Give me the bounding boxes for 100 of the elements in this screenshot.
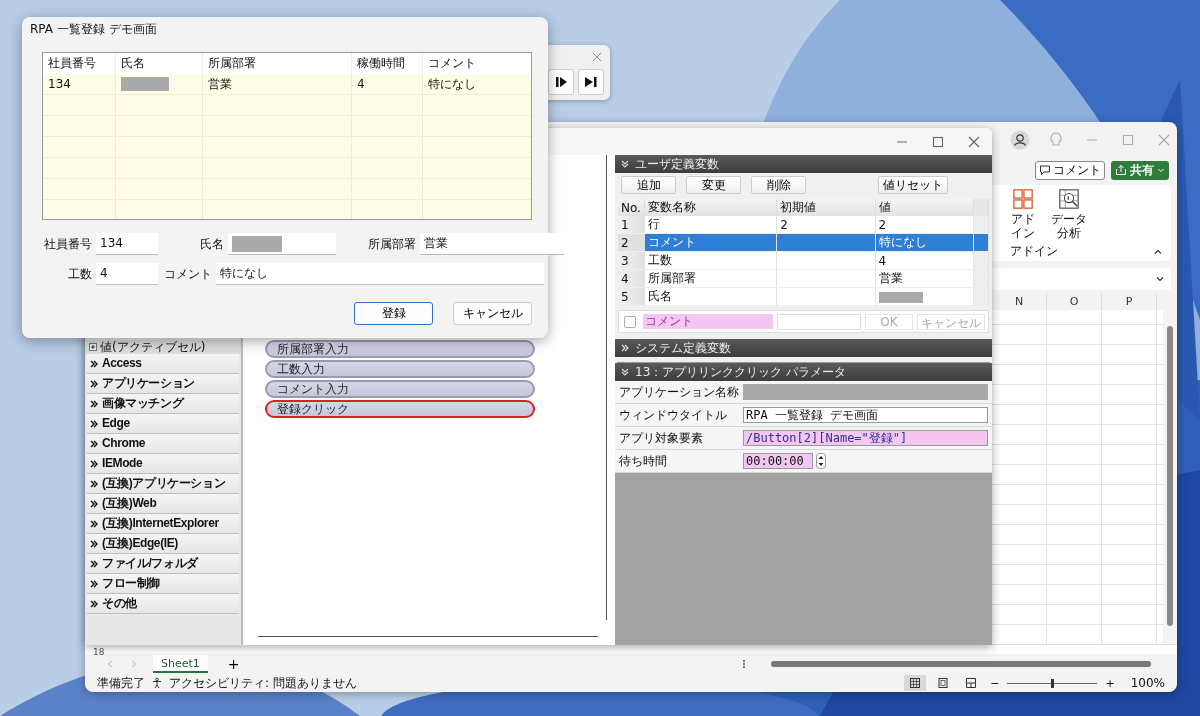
column-header: 変数名称 <box>644 199 777 216</box>
scrollbar[interactable] <box>258 636 598 637</box>
step-icon <box>553 74 569 90</box>
flow-step[interactable]: 登録クリック <box>265 400 535 418</box>
value-field[interactable] <box>777 313 861 330</box>
field-label: 社員番号 <box>43 235 92 253</box>
table-row[interactable]: 5 氏名 <box>618 287 989 306</box>
column-header: 所属部署 <box>202 53 352 74</box>
input-field[interactable]: 4 <box>96 263 158 285</box>
table-cell: 行 <box>644 216 777 234</box>
input-field[interactable]: 営業 <box>420 233 564 255</box>
close-icon[interactable] <box>591 51 603 63</box>
accessibility-icon <box>151 677 163 689</box>
ribbon-button[interactable]: アドイン <box>1010 188 1036 243</box>
field-label: 工数 <box>67 265 92 283</box>
chevron-icon <box>620 367 630 377</box>
double-chevron-icon <box>89 538 99 549</box>
input-field[interactable]: RPA 一覧登録 デモ画面 <box>743 407 988 423</box>
comment-icon <box>1039 164 1051 176</box>
group-label: アドイン <box>1010 243 1058 260</box>
double-chevron-icon <box>89 598 99 609</box>
page-icon <box>937 677 950 689</box>
input-field[interactable]: 134 <box>96 233 158 255</box>
double-chevron-icon <box>89 358 99 369</box>
row-header: 18 <box>92 648 105 658</box>
sheet-tab[interactable]: Sheet1 <box>153 655 208 674</box>
table-row[interactable]: 3 工数 4 <box>618 251 989 270</box>
table-cell: 2 <box>878 217 887 232</box>
toolbar-button[interactable]: 追加 <box>621 176 676 194</box>
slider-thumb[interactable] <box>1050 678 1054 688</box>
field-label: アプリケーション名称 <box>619 383 740 401</box>
section-header[interactable]: ユーザ定義変数 <box>615 155 992 173</box>
toolbar-button[interactable]: 削除 <box>751 176 806 194</box>
table-cell: 営業 <box>878 271 903 285</box>
input-field[interactable]: 00:00:00 <box>743 453 813 469</box>
table-row[interactable]: 4 所属部署 営業 <box>618 269 989 288</box>
chart-magnifier-icon <box>1058 188 1080 210</box>
input-field[interactable]: /Button[2][Name="登録"] <box>743 430 988 446</box>
column-header: 稼働時間 <box>351 53 423 74</box>
dialog-button[interactable]: キャンセル <box>453 302 532 325</box>
table-cell: 特になし <box>878 235 927 249</box>
grid-icon <box>909 677 922 689</box>
dialog-button[interactable]: 登録 <box>354 302 433 325</box>
grid-icon <box>1012 188 1034 210</box>
double-chevron-icon <box>89 478 99 489</box>
category-item[interactable]: その他 <box>102 596 137 611</box>
step-button[interactable] <box>548 69 574 95</box>
share-button[interactable]: 共有 <box>1111 160 1169 180</box>
category-item[interactable]: Edge <box>102 416 130 431</box>
zoom-level[interactable]: 100% <box>1130 676 1165 690</box>
account-icon[interactable] <box>1010 130 1030 150</box>
double-chevron-icon <box>89 418 99 429</box>
add-sheet-button[interactable]: + <box>221 656 246 673</box>
spinner-icon[interactable] <box>816 453 826 469</box>
flow-step[interactable]: 工数入力 <box>265 360 535 378</box>
ribbon-button[interactable]: データ分析 <box>1050 188 1088 243</box>
toolbar-button[interactable]: 変更 <box>686 176 741 194</box>
field-label: ウィンドウタイトル <box>619 406 728 424</box>
status-text: 準備完了 <box>97 674 145 692</box>
table-cell: 2 <box>780 217 788 232</box>
flow-step[interactable]: 所属部署入力 <box>265 340 535 358</box>
zoom-in-button[interactable]: + <box>1103 676 1117 690</box>
column-header: 値 <box>875 199 974 216</box>
skip-end-button[interactable] <box>578 69 604 95</box>
flow-step[interactable]: コメント入力 <box>265 380 535 398</box>
expand-icon[interactable] <box>89 343 97 351</box>
field-label: 氏名 <box>199 235 224 253</box>
normal-view-button[interactable] <box>904 675 927 691</box>
field-label: アプリ対象要素 <box>619 429 704 447</box>
accessibility-status[interactable]: アクセシビリティ: 問題ありません <box>169 674 357 692</box>
table-cell: 所属部署 <box>644 269 777 288</box>
double-chevron-icon <box>89 398 99 409</box>
toolbar-button[interactable]: 値リセット <box>878 176 948 194</box>
chevron-icon <box>620 159 630 169</box>
table-cell: 134 <box>43 74 116 95</box>
table-cell: 工数 <box>644 251 777 270</box>
section-header[interactable]: システム定義変数 <box>615 339 992 357</box>
double-chevron-icon <box>89 578 99 589</box>
column-header: No. <box>618 199 645 216</box>
column-header: コメント <box>422 53 531 74</box>
input-field[interactable] <box>228 233 336 255</box>
share-icon <box>1115 164 1127 176</box>
table-row[interactable]: 2 コメント 特になし <box>618 233 989 252</box>
section-header[interactable]: 13：アプリリンククリック パラメータ <box>615 363 992 381</box>
zoom-out-button[interactable]: − <box>988 676 1002 690</box>
scrollbar[interactable] <box>606 155 607 620</box>
double-chevron-icon <box>89 438 99 449</box>
table-cell: 4 <box>878 253 887 268</box>
column-header: 氏名 <box>115 53 203 74</box>
row-number: 1 <box>618 216 645 234</box>
table-row[interactable]: 1 行 2 2 <box>618 216 989 234</box>
table-cell: 特になし <box>422 74 531 95</box>
category-item[interactable]: Access <box>102 356 142 371</box>
column-header: 社員番号 <box>43 53 116 74</box>
double-chevron-icon <box>89 518 99 529</box>
double-chevron-icon <box>89 458 99 469</box>
field-label: 所属部署 <box>367 235 416 253</box>
comment-button[interactable]: コメント <box>1035 160 1105 180</box>
input-field[interactable]: 特になし <box>216 263 544 285</box>
window-title: RPA 一覧登録 デモ画面 <box>30 21 158 38</box>
